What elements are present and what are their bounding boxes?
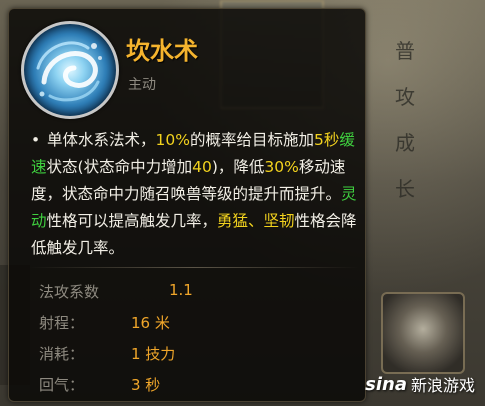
desc-part: 性格可以提高触发几率，	[46, 212, 218, 230]
background-side-text: 普 攻 成 长	[395, 39, 435, 201]
stat-label: 回气：	[39, 376, 85, 394]
stat-row-cost: 消耗： 1 技力	[39, 339, 339, 370]
stat-label: 法攻系数	[39, 283, 100, 301]
desc-part: 40	[192, 158, 212, 176]
skill-name: 坎水术	[126, 37, 198, 65]
divider	[29, 267, 359, 268]
skill-tooltip: 坎水术 主动 • 单体水系法术，10%的概率给目标施加5秒缓速状态(状态命中力增加…	[8, 8, 366, 402]
stat-label: 消耗：	[39, 345, 85, 363]
desc-part: 10%	[155, 131, 190, 149]
background-item-icon	[381, 292, 465, 374]
stat-label: 射程：	[39, 314, 85, 332]
desc-part: 30%	[264, 158, 299, 176]
desc-part: 状态(状态命中力增加	[46, 158, 193, 176]
skill-type: 主动	[128, 77, 156, 93]
skill-description: • 单体水系法术，10%的概率给目标施加5秒缓速状态(状态命中力增加40)，降低3…	[31, 127, 361, 262]
stat-row-coefficient: 法攻系数 1.1	[39, 277, 339, 308]
sina-watermark: sina 新浪游戏	[365, 370, 475, 398]
desc-part: 的概率给目标施加	[189, 131, 314, 149]
water-vortex-graphic	[36, 41, 102, 102]
sina-logo-text: sina	[365, 373, 407, 395]
bullet-point: •	[31, 131, 41, 149]
desc-part: )，降低	[211, 158, 265, 176]
desc-part: 5秒	[313, 131, 340, 149]
desc-part: 单体水系法术，	[47, 131, 156, 149]
stat-value: 1.1	[169, 281, 193, 299]
stat-value: 1 技力	[131, 345, 176, 363]
skill-stats: 法攻系数 1.1 射程： 16 米 消耗： 1 技力 回气： 3 秒	[39, 277, 339, 401]
stat-value: 16 米	[131, 314, 170, 332]
water-vortex-icon	[21, 21, 119, 119]
stat-row-range: 射程： 16 米	[39, 308, 339, 339]
desc-part: 勇猛、坚韧	[217, 212, 295, 230]
stat-value: 3 秒	[131, 376, 161, 394]
stat-row-cooldown: 回气： 3 秒	[39, 370, 339, 401]
watermark-text: 新浪游戏	[410, 376, 475, 395]
